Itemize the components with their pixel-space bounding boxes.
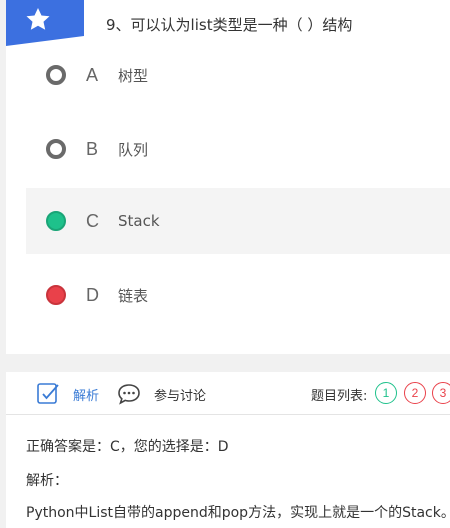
option-letter: D — [86, 284, 99, 305]
analysis-heading: 解析： — [26, 473, 68, 489]
radio-icon[interactable] — [46, 139, 66, 159]
question-list-item[interactable]: 2 — [404, 382, 426, 404]
analysis-edit-icon[interactable] — [36, 381, 60, 409]
option-letter: B — [86, 138, 99, 159]
option-c[interactable]: C Stack — [26, 188, 450, 254]
option-b[interactable]: B 队列 — [26, 116, 450, 182]
option-letter: C — [86, 210, 99, 231]
analysis-text: Python中List自带的append和pop方法，实现上就是一个的Stack… — [26, 505, 450, 521]
question-title: 9、可以认为list类型是一种（ ）结构 — [106, 16, 353, 34]
question-list-item[interactable]: 3 — [432, 382, 450, 404]
option-text: 树型 — [118, 66, 149, 85]
option-d[interactable]: D 链表 — [26, 262, 450, 328]
discussion-bubble-icon[interactable] — [116, 383, 142, 409]
analysis-tabbar: 解析 参与讨论 题目列表: 1 2 3 — [6, 372, 450, 415]
radio-correct-icon[interactable] — [46, 211, 66, 231]
tab-analysis[interactable]: 解析 — [73, 385, 99, 404]
option-text: 链表 — [118, 286, 149, 305]
question-list-item[interactable]: 1 — [375, 382, 397, 404]
option-text: Stack — [118, 212, 160, 230]
favorite-star-icon[interactable] — [6, 0, 84, 46]
radio-icon[interactable] — [46, 65, 66, 85]
option-a[interactable]: A 树型 — [26, 42, 450, 108]
question-card: 9、可以认为list类型是一种（ ）结构 A 树型 B 队列 C Stack D… — [6, 0, 450, 354]
radio-wrong-icon[interactable] — [46, 285, 66, 305]
tab-discuss[interactable]: 参与讨论 — [154, 385, 206, 404]
option-text: 队列 — [118, 140, 149, 159]
analysis-card: 解析 参与讨论 题目列表: 1 2 3 正确答案是：C，您的选择是：D 解析： … — [6, 372, 450, 528]
answer-result: 正确答案是：C，您的选择是：D — [26, 439, 229, 455]
option-letter: A — [86, 64, 99, 85]
question-list-label: 题目列表: — [311, 389, 368, 404]
